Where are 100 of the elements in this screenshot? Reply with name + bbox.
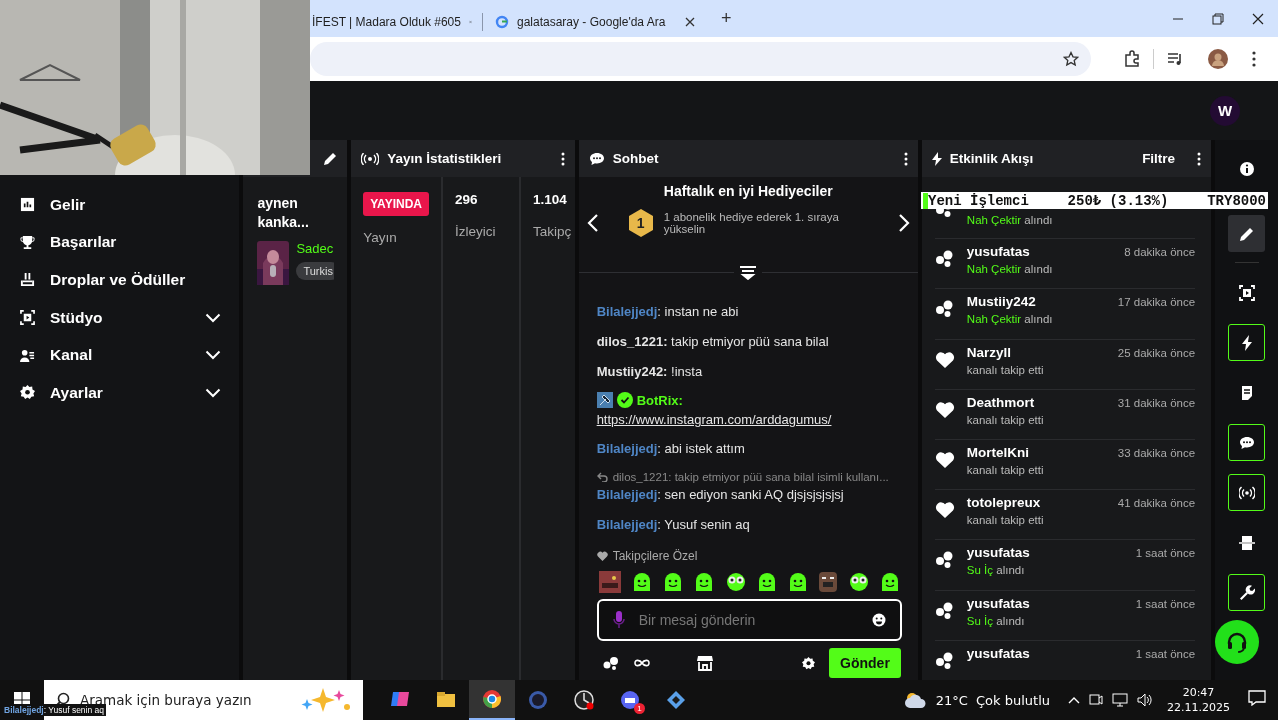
sidebar-item[interactable]: Droplar ve Ödüller — [0, 261, 240, 299]
chevron-icon[interactable] — [205, 312, 222, 323]
event-username: Narzyll — [966, 344, 1012, 360]
extension-icon[interactable] — [1123, 50, 1141, 68]
emote-icon — [598, 571, 621, 593]
new-tab-button[interactable]: + — [717, 8, 736, 29]
moderator-badge-icon — [596, 392, 613, 408]
clock-time: 20:47 — [1181, 685, 1216, 700]
emote-icon — [756, 572, 777, 592]
event-text: Su İç alındı — [966, 614, 1026, 627]
event-time: 17 dakika önce — [1117, 296, 1196, 309]
stat-value: 296 — [455, 192, 479, 209]
tool-button[interactable] — [1228, 474, 1266, 511]
event-time: 41 dakika önce — [1117, 497, 1196, 510]
volume-icon[interactable] — [1137, 693, 1153, 707]
reply-preview: dilos_1221: takip etmiyor püü sana bilal isimli kullanı... — [612, 471, 889, 483]
event-time: 25 dakika önce — [1117, 346, 1196, 359]
more-icon[interactable] — [560, 151, 565, 166]
reply-icon — [596, 472, 608, 482]
stat-value: 1.104 — [533, 192, 568, 209]
gift-points-icon[interactable] — [602, 656, 619, 670]
event-text: kanalı takip etti — [966, 363, 1045, 376]
taskbar-app[interactable] — [469, 680, 515, 720]
tool-icon — [1238, 584, 1255, 601]
event-username: Deathmort — [966, 394, 1035, 410]
settings-icon[interactable] — [802, 656, 816, 670]
nav-icon — [20, 347, 35, 363]
filter-button[interactable]: Filtre — [1142, 151, 1176, 166]
weather-text: 21°C Çok bulutlu — [935, 692, 1050, 708]
chevron-icon[interactable] — [205, 387, 222, 398]
chat-message: Mustiiy242: !insta — [596, 364, 704, 380]
tool-icon — [1238, 160, 1255, 177]
chevron-right-icon[interactable] — [897, 213, 910, 233]
browser-tab[interactable]: İFEST | Madara Olduk #605 — [310, 7, 482, 37]
chevron-icon[interactable] — [205, 350, 222, 361]
sidebar-item[interactable]: Ayarlar — [0, 373, 240, 412]
taskbar-app[interactable]: 1 — [607, 680, 653, 720]
heart-icon — [934, 350, 955, 369]
chat-link[interactable]: https://www.instagram.com/arddagumus/ — [596, 412, 832, 427]
nav-icon — [20, 234, 35, 250]
sidebar-item[interactable]: Kanal — [0, 336, 240, 374]
microphone-icon[interactable] — [612, 611, 625, 629]
event-time: 1 saat önce — [1135, 597, 1196, 610]
event-username: totolepreux — [966, 495, 1041, 511]
chevron-up-icon[interactable] — [1068, 696, 1080, 704]
emote-icon — [819, 572, 838, 592]
close-icon[interactable] — [1252, 12, 1264, 25]
camera-icon[interactable] — [1089, 693, 1103, 707]
gift-points-icon — [934, 250, 955, 269]
chat-message: Bilalejjedj: Yusuf senin aq — [596, 517, 751, 533]
more-icon[interactable] — [1197, 151, 1202, 166]
profile-avatar-icon[interactable] — [1208, 49, 1228, 69]
tool-button[interactable] — [1228, 574, 1266, 611]
event-username: yusufatas — [966, 645, 1030, 661]
sidebar-item[interactable]: Başarılar — [0, 223, 240, 262]
network-icon[interactable] — [1112, 693, 1128, 707]
star-icon[interactable] — [1063, 51, 1079, 67]
emoji-icon[interactable] — [871, 613, 886, 627]
sidebar-item[interactable]: Gelir — [0, 186, 240, 224]
verified-badge-icon — [616, 392, 633, 408]
emote-icon — [788, 572, 809, 592]
event-time: 31 dakika önce — [1117, 396, 1196, 409]
event-username: MortelKni — [966, 444, 1030, 460]
event-text: kanalı takip etti — [966, 413, 1045, 426]
panel-title: Etkinlik Akışı — [949, 151, 1035, 166]
chat-message: Bilalejjedj: sen ediyon sanki AQ djsjsjsjsjsj — [596, 487, 845, 503]
app-icon — [527, 689, 549, 711]
menu-icon[interactable] — [1252, 51, 1256, 67]
event-time: 1 saat önce — [1135, 647, 1196, 660]
close-icon[interactable] — [685, 17, 695, 27]
profile-avatar[interactable]: W — [1210, 95, 1240, 126]
notifications-icon[interactable] — [1248, 690, 1266, 706]
tool-button[interactable] — [1228, 215, 1266, 252]
chat-message: Bilalejjedj: abi istek attım — [596, 441, 746, 457]
chat-message: dilos_1221: takip etmiyor püü sana bilal — [596, 334, 830, 350]
panel-title: Yayın İstatistikleri — [387, 151, 503, 166]
infinity-icon — [632, 658, 651, 668]
category-link[interactable]: Sadec — [296, 241, 335, 256]
tool-button[interactable] — [1228, 424, 1266, 461]
browser-tab[interactable]: galatasaray - Google'da Ara — [483, 7, 705, 37]
store-icon[interactable] — [696, 655, 713, 671]
emote-icon — [725, 572, 746, 592]
media-icon[interactable] — [1166, 50, 1184, 68]
notification-badge: 1 — [634, 703, 645, 714]
chevron-left-icon[interactable] — [586, 213, 599, 233]
more-icon[interactable] — [903, 151, 908, 166]
tag-chip[interactable]: Turkis — [296, 262, 335, 280]
nav-icon — [20, 385, 35, 401]
send-button[interactable]: Gönder — [829, 648, 901, 678]
edit-icon[interactable] — [323, 151, 338, 166]
app-icon — [619, 689, 641, 711]
emote-icon — [879, 572, 900, 592]
message-field[interactable]: Bir mesaj gönderin — [596, 599, 902, 641]
google-icon — [495, 15, 509, 29]
restore-icon[interactable] — [1212, 12, 1224, 25]
event-time: 33 dakika önce — [1117, 446, 1196, 459]
stat-label: İzleyici — [455, 224, 497, 239]
sidebar-item[interactable]: Stüdyo — [0, 298, 240, 337]
tool-button[interactable] — [1228, 324, 1266, 361]
message-input[interactable]: Bir mesaj gönderin — [636, 611, 860, 629]
